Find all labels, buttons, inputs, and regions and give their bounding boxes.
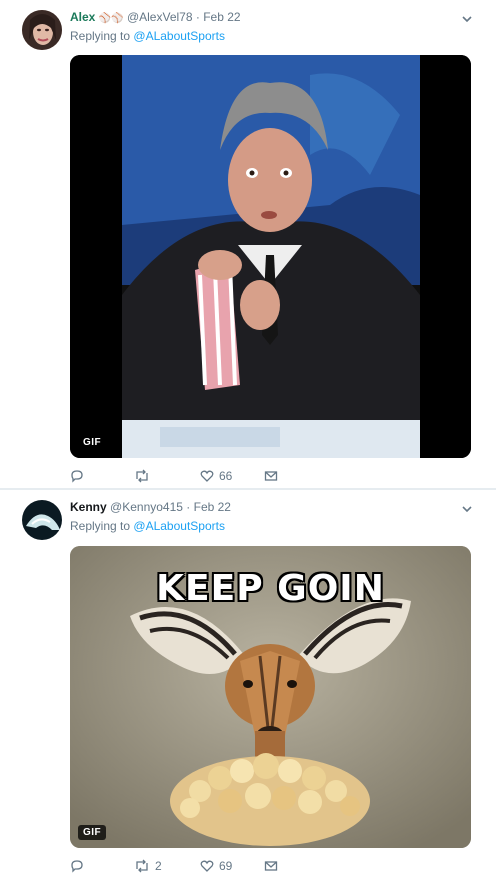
tweet[interactable]: Alex ⚾⚾ @AlexVel78 · Feb 22 Replying to … <box>0 0 496 488</box>
replying-to: Replying to @ALaboutSports <box>70 29 225 43</box>
tweet[interactable]: Kenny @Kennyo415 · Feb 22 Replying to @A… <box>0 490 496 881</box>
user-name[interactable]: Kenny <box>70 500 107 514</box>
reply-button[interactable] <box>70 857 89 875</box>
like-button[interactable]: 69 <box>200 857 232 875</box>
separator: · <box>186 500 191 514</box>
tweet-date[interactable]: Feb 22 <box>203 10 240 24</box>
tweet-date[interactable]: Feb 22 <box>194 500 231 514</box>
gif-media[interactable]: GIF <box>70 55 471 458</box>
retweet-icon <box>136 469 148 483</box>
chevron-down-icon[interactable] <box>460 502 474 516</box>
gif-media[interactable]: KEEP GOIN GIF <box>70 546 471 848</box>
replying-to-link[interactable]: @ALaboutSports <box>133 519 225 533</box>
tweet-header: Kenny @Kennyo415 · Feb 22 <box>70 500 231 514</box>
heart-icon <box>200 860 214 872</box>
retweet-button[interactable]: 2 <box>134 857 162 875</box>
replying-prefix: Replying to <box>70 519 131 533</box>
user-handle[interactable]: @AlexVel78 <box>127 10 193 24</box>
heart-icon <box>200 470 214 482</box>
gif-badge: GIF <box>78 825 107 840</box>
avatar[interactable] <box>22 10 62 50</box>
retweet-count: 2 <box>155 859 162 873</box>
reply-icon <box>71 860 83 873</box>
retweet-icon <box>136 859 148 873</box>
message-button[interactable] <box>264 857 278 875</box>
reply-icon <box>71 470 83 483</box>
tweet-actions: 2 69 <box>70 857 290 875</box>
message-icon <box>264 861 278 871</box>
gif-image <box>70 55 471 458</box>
retweet-button[interactable] <box>134 467 155 485</box>
user-name[interactable]: Alex <box>70 10 95 24</box>
gif-badge: GIF <box>78 435 107 450</box>
like-button[interactable]: 66 <box>200 467 232 485</box>
tweet-header: Alex ⚾⚾ @AlexVel78 · Feb 22 <box>70 10 241 24</box>
replying-to-link[interactable]: @ALaboutSports <box>133 29 225 43</box>
chevron-down-icon[interactable] <box>460 12 474 26</box>
baseball-emoji-icon: ⚾⚾ <box>98 13 124 24</box>
message-button[interactable] <box>264 467 278 485</box>
like-count: 66 <box>219 469 233 483</box>
message-icon <box>264 471 278 481</box>
replying-prefix: Replying to <box>70 29 131 43</box>
separator: · <box>195 10 200 24</box>
user-handle[interactable]: @Kennyo415 <box>110 500 183 514</box>
tweet-actions: 66 <box>70 467 290 485</box>
gif-caption: KEEP GOIN <box>156 568 385 609</box>
reply-button[interactable] <box>70 467 89 485</box>
avatar[interactable] <box>22 500 62 540</box>
like-count: 69 <box>219 859 233 873</box>
replying-to: Replying to @ALaboutSports <box>70 519 225 533</box>
